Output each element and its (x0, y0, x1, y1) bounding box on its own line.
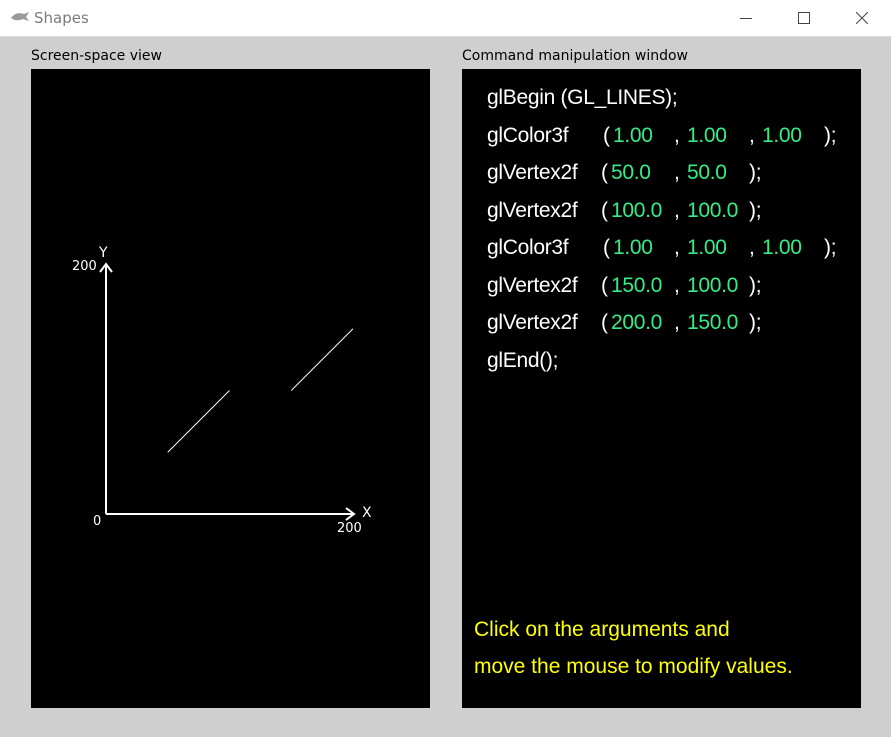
close-paren: ); (749, 199, 762, 222)
function-name: glVertex2f (487, 161, 578, 184)
comma: , (749, 124, 755, 147)
x-max-tick-label: 200 (337, 521, 362, 536)
gl-line-2 (290, 328, 354, 391)
close-paren: ); (749, 274, 762, 297)
instruction-text-line-2: move the mouse to modify values. (474, 655, 793, 678)
vertex2-x-argument[interactable]: 100.0 (611, 199, 662, 223)
vertex1-x-argument[interactable]: 50.0 (611, 161, 651, 185)
open-paren: ( (603, 236, 610, 259)
close-paren: ); (824, 236, 837, 259)
comma: , (674, 199, 680, 222)
vertex4-y-argument[interactable]: 150.0 (687, 311, 738, 335)
open-paren: ( (603, 124, 610, 147)
app-icon (11, 12, 29, 21)
function-name: glVertex2f (487, 199, 578, 222)
function-name: glVertex2f (487, 311, 578, 334)
comma: , (674, 274, 680, 297)
close-paren: ); (824, 124, 837, 147)
function-name: glColor3f (487, 124, 569, 147)
color2-blue-argument[interactable]: 1.00 (762, 236, 802, 260)
gl-end-line: glEnd(); (487, 349, 559, 372)
color2-green-argument[interactable]: 1.00 (687, 236, 727, 260)
drawn-lines (167, 328, 354, 453)
title-bar: Shapes (0, 0, 891, 37)
screen-space-view[interactable]: Y 200 X 200 0 (31, 69, 430, 708)
comma: , (674, 311, 680, 334)
gl-line-1 (167, 390, 230, 453)
open-paren: ( (601, 311, 608, 334)
command-manipulation-window: glBegin (GL_LINES); glColor3f ( 1.00 , 1… (462, 69, 861, 708)
comma: , (674, 236, 680, 259)
color1-blue-argument[interactable]: 1.00 (762, 124, 802, 148)
close-button[interactable] (833, 0, 891, 36)
open-paren: ( (601, 274, 608, 297)
comma: , (749, 236, 755, 259)
origin-tick-label: 0 (93, 514, 101, 529)
close-paren: ); (749, 161, 762, 184)
command-window-label: Command manipulation window (462, 48, 688, 64)
vertex1-y-argument[interactable]: 50.0 (687, 161, 727, 185)
maximize-button[interactable] (775, 0, 833, 36)
instruction-text-line-1: Click on the arguments and (474, 618, 730, 641)
vertex4-x-argument[interactable]: 200.0 (611, 311, 662, 335)
y-axis-label: Y (98, 245, 108, 261)
vertex3-y-argument[interactable]: 100.0 (687, 274, 738, 298)
comma: , (674, 124, 680, 147)
vertex2-y-argument[interactable]: 100.0 (687, 199, 738, 223)
y-max-tick-label: 200 (72, 259, 97, 274)
window-title: Shapes (34, 9, 89, 27)
color1-green-argument[interactable]: 1.00 (687, 124, 727, 148)
gl-begin-line: glBegin (GL_LINES); (487, 86, 678, 109)
maximize-icon (798, 12, 810, 24)
close-paren: ); (749, 311, 762, 334)
close-icon (856, 12, 868, 24)
open-paren: ( (601, 199, 608, 222)
function-name: glColor3f (487, 236, 569, 259)
function-name: glVertex2f (487, 274, 578, 297)
color1-red-argument[interactable]: 1.00 (613, 124, 653, 148)
open-paren: ( (601, 161, 608, 184)
x-axis-label: X (362, 505, 372, 521)
minimize-icon (740, 18, 752, 19)
comma: , (674, 161, 680, 184)
gl-vertex-line-4: glVertex2f ( 200.0 , 150.0 ); (487, 311, 762, 503)
screen-space-plot: Y 200 X 200 0 (72, 245, 372, 536)
vertex3-x-argument[interactable]: 150.0 (611, 274, 662, 298)
screen-space-label: Screen-space view (31, 48, 162, 64)
color2-red-argument[interactable]: 1.00 (613, 236, 653, 260)
minimize-button[interactable] (717, 0, 775, 36)
